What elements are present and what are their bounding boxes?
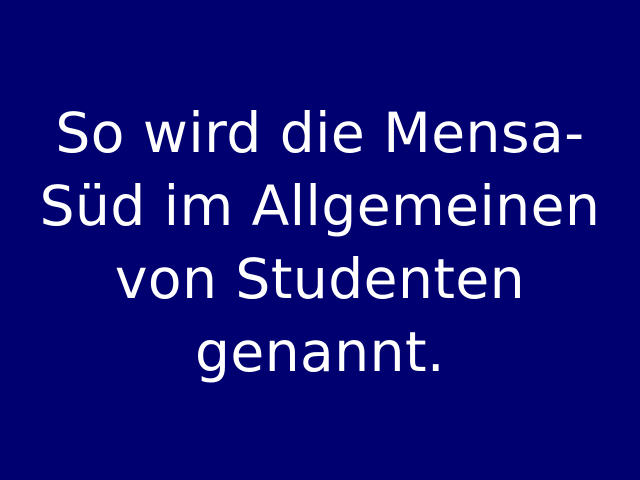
slide-text-line-3: von Studenten — [114, 247, 526, 311]
slide-text-line-1: So wird die Mensa- — [55, 101, 585, 165]
slide: So wird die Mensa- Süd im Allgemeinen vo… — [0, 0, 640, 480]
slide-text: So wird die Mensa- Süd im Allgemeinen vo… — [0, 97, 640, 389]
slide-text-line-2: Süd im Allgemeinen — [39, 174, 601, 238]
slide-text-line-4: genannt. — [194, 320, 446, 384]
